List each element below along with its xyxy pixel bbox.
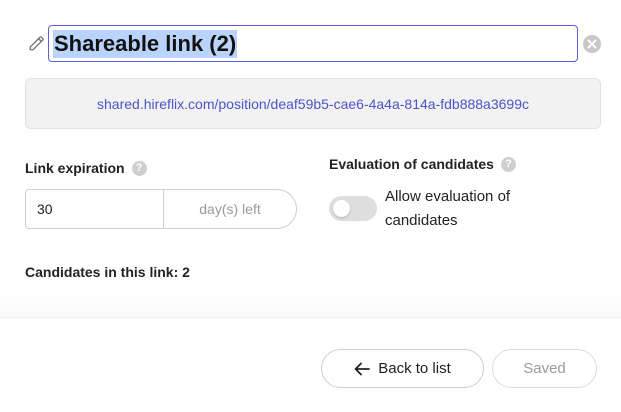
share-url-link[interactable]: shared.hireflix.com/position/deaf59b5-ca…	[97, 96, 529, 112]
expiration-label-text: Link expiration	[25, 160, 125, 176]
expiration-field-group: 30 day(s) left	[25, 189, 297, 229]
pencil-icon[interactable]	[28, 34, 46, 52]
evaluation-label-text: Evaluation of candidates	[329, 156, 494, 172]
help-icon[interactable]: ?	[500, 156, 516, 172]
evaluation-toggle-label: Allow evaluation of candidates	[385, 188, 511, 229]
toggle-knob	[333, 200, 350, 217]
clear-icon[interactable]	[582, 34, 602, 54]
share-url-box: shared.hireflix.com/position/deaf59b5-ca…	[25, 78, 601, 129]
title-input[interactable]: Shareable link (2)	[48, 25, 578, 62]
expiration-days-input[interactable]: 30	[26, 190, 164, 228]
evaluation-label: Evaluation of candidates ?	[329, 156, 516, 172]
back-to-list-button[interactable]: Back to list	[321, 349, 484, 388]
back-to-list-label: Back to list	[378, 360, 451, 377]
saved-label: Saved	[523, 360, 566, 377]
divider	[0, 286, 621, 318]
evaluation-toggle[interactable]	[329, 196, 377, 221]
help-icon[interactable]: ?	[131, 160, 147, 176]
expiration-suffix: day(s) left	[199, 201, 261, 217]
expiration-label: Link expiration ?	[25, 160, 147, 176]
arrow-left-icon	[354, 362, 371, 375]
title-text: Shareable link (2)	[53, 29, 238, 58]
saved-button[interactable]: Saved	[492, 349, 597, 388]
candidates-count: Candidates in this link: 2	[25, 264, 190, 280]
title-row: Shareable link (2)	[26, 24, 606, 64]
